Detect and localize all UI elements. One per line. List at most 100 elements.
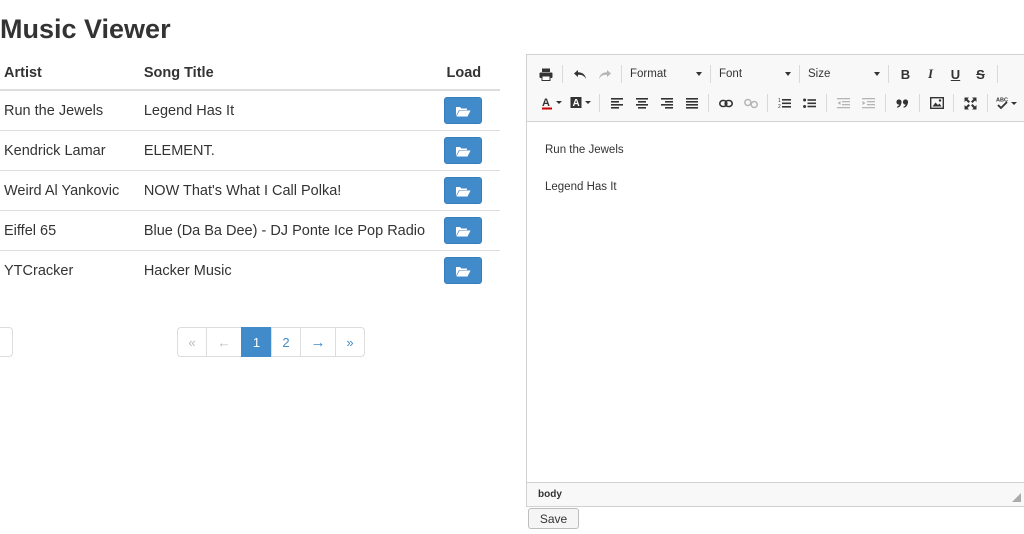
svg-text:2: 2 [778, 104, 781, 109]
first-page-button[interactable]: « [177, 327, 207, 357]
pagination: « ← 1 2 → » [177, 327, 365, 357]
spellcheck-icon[interactable]: ABC [994, 91, 1020, 115]
song-title-cell: Legend Has It [135, 90, 443, 131]
folder-open-icon [455, 265, 471, 277]
blockquote-icon[interactable] [892, 91, 914, 115]
song-title-cell: Blue (Da Ba Dee) - DJ Ponte Ice Pop Radi… [135, 210, 443, 251]
align-right-icon[interactable] [656, 91, 678, 115]
editor-artist-paragraph: Run the Jewels [545, 144, 624, 156]
fullscreen-icon[interactable] [960, 91, 982, 115]
toolbar-separator [799, 65, 800, 83]
toolbar-separator [621, 65, 622, 83]
align-left-icon[interactable] [606, 91, 628, 115]
toolbar-separator [919, 94, 920, 112]
artist-cell: Weird Al Yankovic [0, 170, 136, 211]
image-icon[interactable] [926, 91, 948, 115]
toolbar-separator [953, 94, 954, 112]
song-title-cell: Hacker Music [143, 262, 232, 279]
rich-text-editor: Format Font Size B I U S A A 1 2 ABC Run… [526, 54, 1024, 507]
undo-icon[interactable] [569, 62, 591, 86]
toolbar-row-1: Format Font Size B I U S [527, 61, 1002, 87]
last-page-button[interactable]: » [335, 327, 365, 357]
load-button[interactable] [444, 217, 483, 244]
load-button[interactable] [444, 97, 483, 124]
svg-text:A: A [542, 97, 550, 109]
table-row: Weird Al Yankovic NOW That's What I Call… [0, 170, 500, 211]
small-pager-button[interactable] [0, 327, 13, 357]
next-page-button[interactable]: → [300, 327, 336, 357]
folder-open-icon [455, 105, 471, 117]
toolbar-separator [888, 65, 889, 83]
toolbar-separator [885, 94, 886, 112]
toolbar-separator [599, 94, 600, 112]
table-row: Kendrick Lamar ELEMENT. [0, 130, 500, 171]
page: Music Viewer Artist Song Title Load Run … [0, 0, 1024, 534]
song-title-cell: ELEMENT. [135, 130, 443, 171]
editor-content-area[interactable]: Run the Jewels Legend Has It [527, 122, 1024, 482]
strikethrough-button[interactable]: S [970, 62, 992, 86]
folder-open-icon [455, 145, 471, 157]
unlink-icon[interactable] [740, 91, 762, 115]
format-dropdown[interactable]: Format [626, 62, 706, 86]
size-dropdown[interactable]: Size [804, 62, 884, 86]
artist-cell: Run the Jewels [0, 90, 136, 131]
editor-song-paragraph: Legend Has It [545, 181, 617, 193]
chevron-down-icon [874, 72, 880, 76]
artist-cell: Kendrick Lamar [0, 130, 136, 171]
column-header-song-title: Song Title [135, 56, 443, 91]
toolbar-separator [562, 65, 563, 83]
music-table: Artist Song Title Load Run the Jewels Le… [0, 56, 500, 290]
text-color-icon[interactable]: A [539, 91, 565, 115]
size-dropdown-label: Size [808, 68, 831, 80]
chevron-down-icon [696, 72, 702, 76]
font-dropdown[interactable]: Font [715, 62, 795, 86]
artist-cell: Eiffel 65 [0, 210, 136, 251]
font-dropdown-label: Font [719, 68, 743, 80]
table-header-row: Artist Song Title Load [0, 56, 500, 91]
format-dropdown-label: Format [630, 68, 667, 80]
toolbar-row-2: A A 1 2 ABC [527, 90, 1021, 116]
background-color-icon[interactable]: A [568, 91, 594, 115]
toolbar-separator [997, 65, 998, 83]
column-header-artist: Artist [0, 56, 136, 91]
resize-handle[interactable] [1012, 493, 1021, 502]
table-row: Run the Jewels Legend Has It [0, 90, 500, 131]
page-1-button[interactable]: 1 [241, 327, 272, 357]
indent-icon[interactable] [858, 91, 880, 115]
svg-text:A: A [572, 98, 579, 109]
column-header-load: Load [442, 56, 500, 91]
save-button[interactable]: Save [528, 508, 579, 529]
folder-open-icon [455, 225, 471, 237]
redo-icon[interactable] [594, 62, 616, 86]
bullet-list-icon[interactable] [799, 91, 821, 115]
table-row: YTCracker Hacker Music [0, 251, 500, 291]
underline-button[interactable]: U [945, 62, 967, 86]
page-title: Music Viewer [0, 14, 171, 44]
toolbar-separator [708, 94, 709, 112]
ordered-list-icon[interactable]: 12 [774, 91, 796, 115]
load-button[interactable] [444, 177, 483, 204]
print-icon[interactable] [535, 62, 557, 86]
load-button[interactable] [444, 137, 483, 164]
artist-cell: YTCracker [4, 262, 74, 279]
chevron-down-icon [785, 72, 791, 76]
toolbar-separator [710, 65, 711, 83]
prev-page-button[interactable]: ← [206, 327, 242, 357]
table-row: Eiffel 65 Blue (Da Ba Dee) - DJ Ponte Ic… [0, 210, 500, 251]
toolbar-separator [826, 94, 827, 112]
align-justify-icon[interactable] [681, 91, 703, 115]
italic-button[interactable]: I [920, 62, 942, 86]
element-path[interactable]: body [538, 489, 562, 500]
toolbar-separator [767, 94, 768, 112]
page-2-button[interactable]: 2 [271, 327, 301, 357]
load-button[interactable] [444, 257, 483, 284]
outdent-icon[interactable] [833, 91, 855, 115]
bold-button[interactable]: B [895, 62, 917, 86]
toolbar-separator [987, 94, 988, 112]
link-icon[interactable] [715, 91, 737, 115]
folder-open-icon [455, 185, 471, 197]
song-title-cell: NOW That's What I Call Polka! [135, 170, 443, 211]
align-center-icon[interactable] [631, 91, 653, 115]
editor-statusbar: body [527, 482, 1024, 506]
editor-toolbar: Format Font Size B I U S A A 1 2 ABC [527, 55, 1024, 122]
